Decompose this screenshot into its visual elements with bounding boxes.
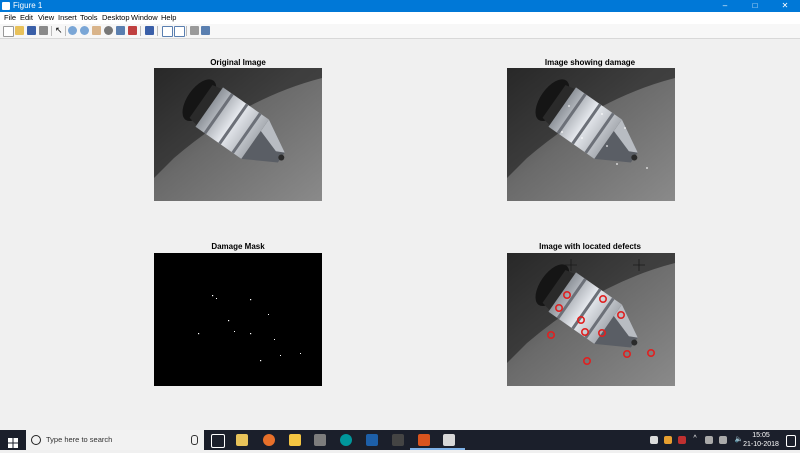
notifications-icon[interactable]	[786, 435, 796, 447]
arduino-icon[interactable]	[340, 434, 352, 446]
figure-toolbar: ↖	[0, 24, 800, 39]
open-file-icon[interactable]	[15, 26, 24, 35]
menu-file[interactable]: File	[4, 12, 16, 24]
clock-time[interactable]: 15:05	[746, 432, 776, 439]
snipping-tool-icon[interactable]	[392, 434, 404, 446]
file-explorer-icon[interactable]	[289, 434, 301, 446]
menu-view[interactable]: View	[38, 12, 54, 24]
app-icon[interactable]	[314, 434, 326, 446]
show-plot-tools-icon[interactable]	[201, 26, 210, 35]
firefox-icon[interactable]	[263, 434, 275, 446]
menu-insert[interactable]: Insert	[58, 12, 77, 24]
microphone-icon[interactable]	[191, 435, 198, 445]
search-placeholder: Type here to search	[46, 435, 113, 444]
insert-colorbar-icon[interactable]	[162, 26, 173, 37]
taskbar-search-box[interactable]: Type here to search	[26, 430, 204, 450]
axes-title-mask: Damage Mask	[211, 242, 265, 251]
network-icon[interactable]	[719, 436, 727, 444]
menu-desktop[interactable]: Desktop	[102, 12, 130, 24]
insert-legend-icon[interactable]	[174, 26, 185, 37]
zoom-in-icon[interactable]	[68, 26, 77, 35]
rotate-icon[interactable]	[104, 26, 113, 35]
tray-icon[interactable]	[664, 436, 672, 444]
located-defects-image	[507, 253, 675, 386]
windows-start-icon[interactable]	[8, 435, 18, 448]
toolbar-separator	[157, 26, 158, 36]
close-button[interactable]: ✕	[770, 0, 800, 12]
clock-date[interactable]: 21-10-2018	[738, 441, 784, 448]
matlab-icon[interactable]	[418, 434, 430, 446]
zoom-out-icon[interactable]	[80, 26, 89, 35]
toolbar-separator	[186, 26, 187, 36]
new-figure-icon[interactable]	[3, 26, 14, 37]
tray-icon[interactable]	[678, 436, 686, 444]
menu-tools[interactable]: Tools	[80, 12, 98, 24]
figure-canvas: Original Image Image showing damage Dama…	[0, 39, 800, 430]
toolbar-separator	[65, 26, 66, 36]
menu-bar: File Edit View Insert Tools Desktop Wind…	[0, 12, 800, 24]
menu-help[interactable]: Help	[161, 12, 176, 24]
brush-icon[interactable]	[128, 26, 137, 35]
window-title: Figure 1	[13, 1, 43, 10]
task-view-icon[interactable]	[211, 434, 225, 448]
menu-window[interactable]: Window	[131, 12, 158, 24]
hide-plot-tools-icon[interactable]	[190, 26, 199, 35]
battery-icon[interactable]	[705, 436, 713, 444]
matlab-figure-icon	[2, 2, 10, 10]
damaged-image	[507, 68, 675, 201]
minimize-button[interactable]: –	[710, 0, 740, 12]
damage-mask-image	[154, 253, 322, 386]
toolbar-separator	[51, 26, 52, 36]
pan-icon[interactable]	[92, 26, 101, 35]
menu-edit[interactable]: Edit	[20, 12, 33, 24]
tray-icon[interactable]	[650, 436, 658, 444]
data-cursor-icon[interactable]	[116, 26, 125, 35]
original-image	[154, 68, 322, 201]
search-icon	[31, 435, 41, 445]
figure-window-icon[interactable]	[443, 434, 455, 446]
axes-title-damage: Image showing damage	[544, 58, 636, 67]
link-icon[interactable]	[145, 26, 154, 35]
axes-title-located: Image with located defects	[539, 242, 641, 251]
pointer-icon[interactable]: ↖	[55, 26, 64, 35]
toolbar-separator	[140, 26, 141, 36]
print-icon[interactable]	[39, 26, 48, 35]
taskbar: Type here to search ^ 🔈 15:05 21-10-2018	[0, 430, 800, 450]
media-player-icon[interactable]	[236, 434, 248, 446]
show-hidden-icons-icon[interactable]: ^	[690, 435, 700, 442]
axes-title-original: Original Image	[210, 58, 266, 67]
maximize-button[interactable]: □	[740, 0, 770, 12]
window-titlebar: Figure 1 – □ ✕	[0, 0, 800, 12]
terminal-icon[interactable]	[366, 434, 378, 446]
save-icon[interactable]	[27, 26, 36, 35]
